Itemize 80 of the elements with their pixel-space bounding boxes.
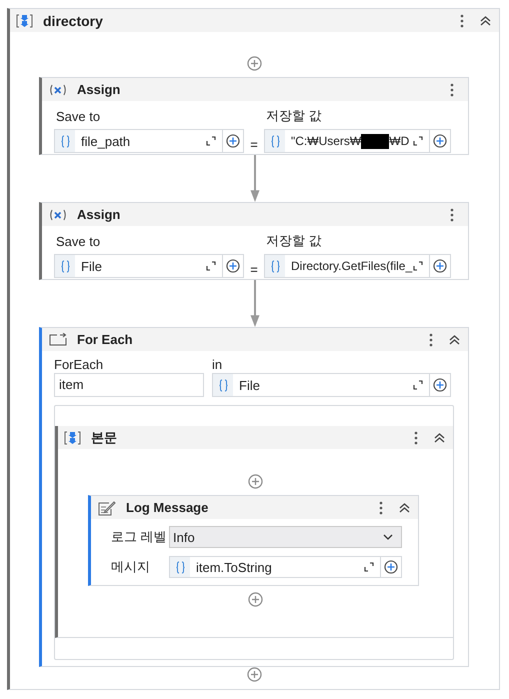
field-value: File <box>80 258 103 274</box>
variable-icon <box>49 208 67 220</box>
expression-field[interactable]: Directory.GetFiles(file_ <box>264 254 430 278</box>
field-label: 저장할 값 <box>265 107 323 125</box>
plus-circle-icon <box>226 259 240 273</box>
add-activity-icon[interactable] <box>247 56 262 71</box>
field-label: 로그 레벨 <box>111 528 168 546</box>
more-options-icon[interactable] <box>429 332 433 346</box>
add-button[interactable] <box>381 556 402 578</box>
add-button[interactable] <box>223 254 244 278</box>
activity-title: Assign <box>77 82 120 97</box>
collapse-icon[interactable] <box>449 334 460 344</box>
expression-field[interactable]: File <box>212 373 430 397</box>
collapse-icon[interactable] <box>480 16 491 26</box>
plus-circle-icon <box>384 560 398 574</box>
add-activity-icon[interactable] <box>248 474 263 489</box>
field-label: in <box>212 357 224 373</box>
field-label: Save to <box>55 234 102 250</box>
add-button[interactable] <box>430 129 451 153</box>
braces-icon <box>218 378 228 392</box>
add-button[interactable] <box>430 254 451 278</box>
plus-circle-icon <box>226 134 240 148</box>
field-value: ₩D <box>389 134 410 148</box>
add-activity-icon[interactable] <box>248 592 263 607</box>
braces-icon <box>60 260 70 272</box>
loop-icon <box>49 333 67 346</box>
field-value: item.ToString <box>195 560 273 574</box>
plus-circle-icon <box>433 259 447 273</box>
activity-title: Log Message <box>126 500 208 515</box>
connector-arrow <box>250 155 260 202</box>
more-options-icon[interactable] <box>414 430 418 444</box>
field-label: ForEach <box>54 357 104 373</box>
level-dropdown[interactable]: Info <box>169 526 402 548</box>
more-options-icon[interactable] <box>379 500 383 514</box>
add-button[interactable] <box>223 129 244 153</box>
field-value: Directory.GetFiles(file_ <box>291 259 412 273</box>
activity-title: Assign <box>77 207 120 222</box>
collapse-icon[interactable] <box>434 432 445 442</box>
field-value: File <box>238 378 261 392</box>
expand-icon[interactable] <box>413 261 423 271</box>
field-label: 메시지 <box>111 558 151 576</box>
equals-sign: = <box>249 260 259 276</box>
dropdown-value: Info <box>173 530 195 544</box>
item-field[interactable]: item <box>54 373 204 397</box>
chevron-down-icon <box>383 534 393 540</box>
braces-icon <box>270 260 280 272</box>
expression-field[interactable]: "C:₩Users₩ ₩D <box>264 129 430 153</box>
connector-arrow <box>250 280 260 327</box>
sequence-icon <box>64 430 81 444</box>
more-options-icon[interactable] <box>450 208 454 222</box>
expression-field[interactable]: file_path <box>54 129 223 153</box>
braces-icon <box>176 560 184 574</box>
braces-icon <box>270 134 280 148</box>
sequence-icon <box>16 14 33 28</box>
field-label: 저장할 값 <box>265 232 323 250</box>
field-label: Save to <box>55 108 102 126</box>
collapse-icon[interactable] <box>399 502 410 512</box>
activity-title: For Each <box>77 332 133 347</box>
expand-icon[interactable] <box>206 261 216 271</box>
field-value: file_path <box>80 134 132 148</box>
add-button[interactable] <box>430 373 451 397</box>
sequence-title: 본문 <box>91 428 117 446</box>
add-activity-icon[interactable] <box>247 667 262 682</box>
variable-icon <box>49 84 67 96</box>
expand-icon[interactable] <box>364 562 374 572</box>
equals-sign: = <box>249 136 259 152</box>
braces-icon <box>60 134 70 148</box>
expression-field[interactable]: File <box>54 254 223 278</box>
redaction-bar <box>361 134 390 148</box>
field-value: "C:₩Users₩ <box>291 134 362 148</box>
note-pencil-icon <box>98 500 116 516</box>
more-options-icon[interactable] <box>460 14 464 28</box>
more-options-icon[interactable] <box>450 82 454 96</box>
plus-circle-icon <box>433 378 447 392</box>
expand-icon[interactable] <box>413 136 423 146</box>
sequence-title: directory <box>43 12 103 28</box>
plus-circle-icon <box>433 134 447 148</box>
expression-field[interactable]: item.ToString <box>169 556 381 578</box>
expand-icon[interactable] <box>206 136 216 146</box>
expand-icon[interactable] <box>413 380 423 390</box>
